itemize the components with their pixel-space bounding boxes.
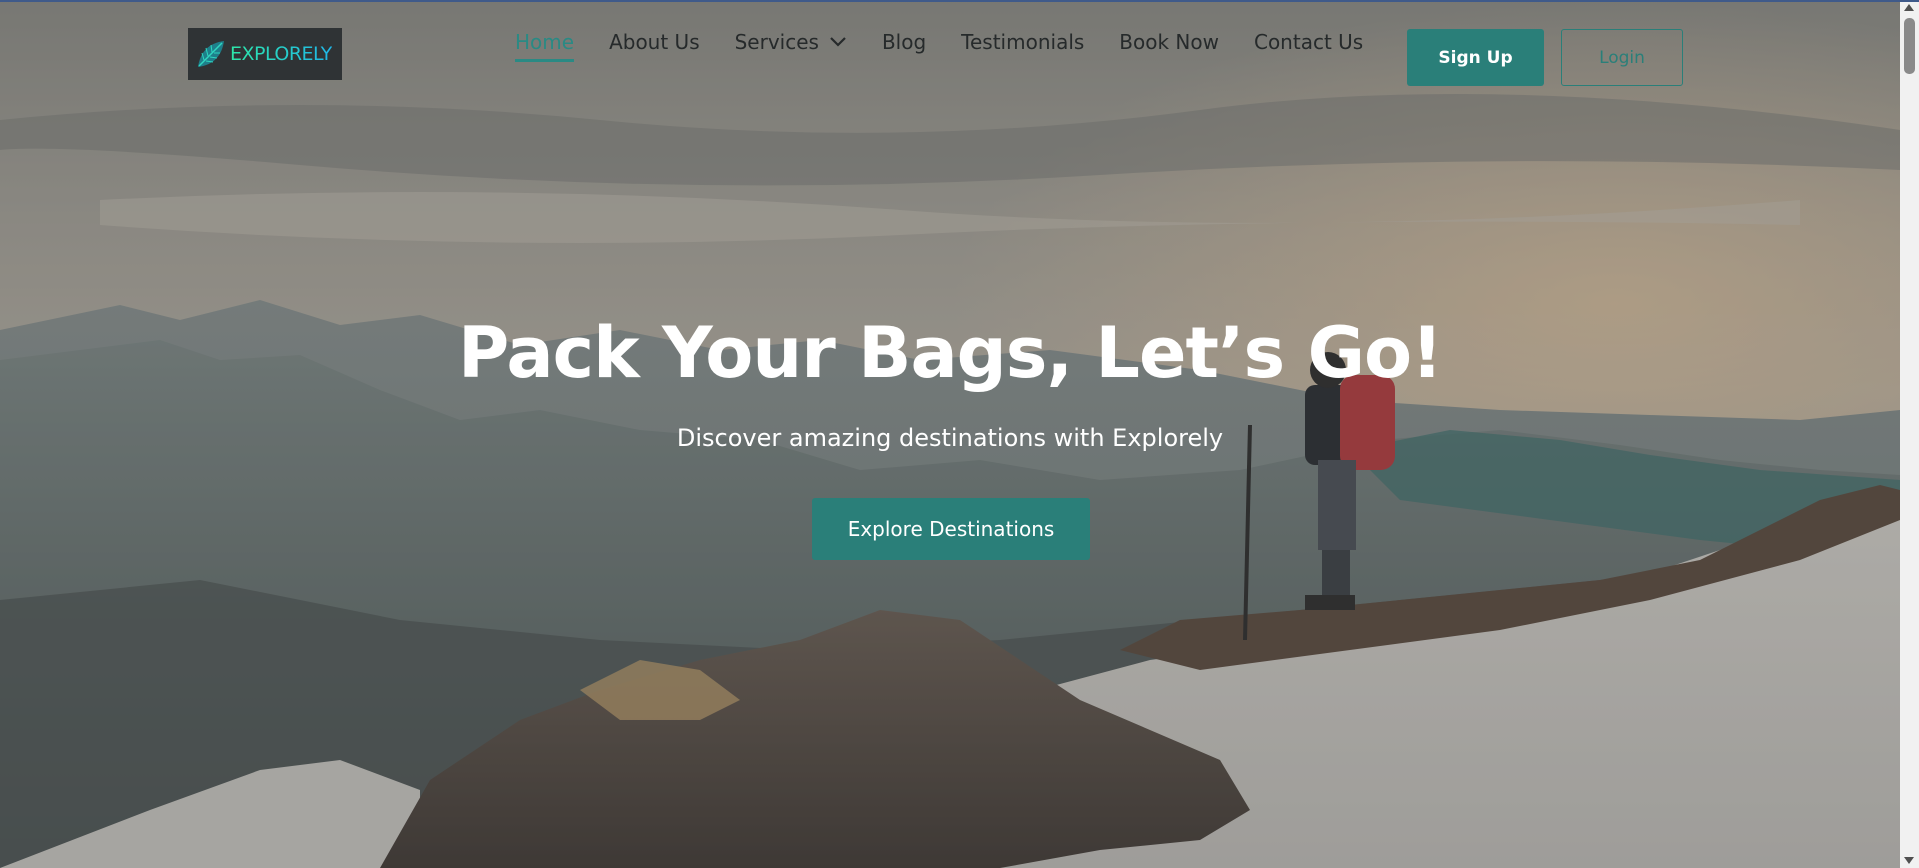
hero-subtitle: Discover amazing destinations with Explo… <box>676 424 1224 452</box>
nav-item-contact-us[interactable]: Contact Us <box>1254 30 1363 54</box>
scrollbar-thumb[interactable] <box>1904 18 1915 74</box>
brand-logo[interactable]: EXPLORELY <box>188 28 342 80</box>
leaf-icon <box>198 41 224 67</box>
nav-item-book-now[interactable]: Book Now <box>1119 30 1219 54</box>
window-top-border <box>0 0 1919 2</box>
chevron-down-icon <box>830 37 846 47</box>
nav-item-services-label: Services <box>734 30 819 54</box>
nav-item-services[interactable]: Services <box>735 30 847 54</box>
brand-name: EXPLORELY <box>230 43 332 65</box>
login-button[interactable]: Login <box>1561 29 1683 86</box>
main-navigation: Home About Us Services Blog Testimonials… <box>515 30 1398 62</box>
nav-item-about-us[interactable]: About Us <box>609 30 700 54</box>
hero-title: Pack Your Bags, Let’s Go! <box>457 312 1443 394</box>
explore-destinations-button[interactable]: Explore Destinations <box>812 498 1090 560</box>
nav-item-home[interactable]: Home <box>515 30 575 62</box>
sign-up-button[interactable]: Sign Up <box>1407 29 1544 86</box>
scroll-down-arrow-icon[interactable] <box>1904 857 1914 864</box>
vertical-scrollbar[interactable] <box>1900 0 1919 868</box>
nav-item-testimonials[interactable]: Testimonials <box>961 30 1084 54</box>
scroll-up-arrow-icon[interactable] <box>1904 4 1914 11</box>
nav-item-blog[interactable]: Blog <box>882 30 926 54</box>
